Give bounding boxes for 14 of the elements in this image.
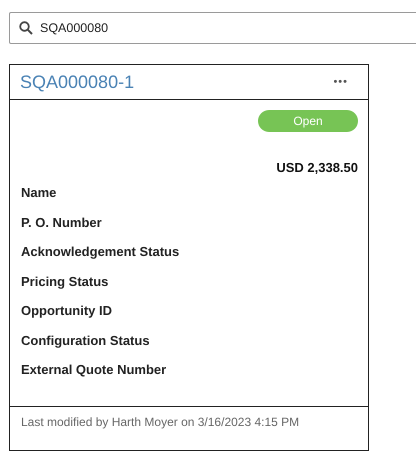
- field-label: Name: [21, 184, 58, 202]
- search-field[interactable]: SQA000080: [9, 12, 416, 44]
- field-label: P. O. Number: [21, 214, 103, 232]
- field-label: Configuration Status: [21, 332, 151, 350]
- status-badge: Open: [258, 110, 358, 132]
- field-label: Opportunity ID: [21, 302, 113, 320]
- more-button[interactable]: •••: [325, 76, 356, 88]
- amount-text: USD 2,338.50: [275, 160, 358, 175]
- field-label: External Quote Number: [21, 361, 168, 379]
- search-icon: [19, 21, 33, 35]
- field-label: Pricing Status: [21, 272, 110, 291]
- last-modified-text: Last modified by Harth Moyer on 3/16/2023 4:15 PM: [21, 415, 300, 429]
- card-title[interactable]: SQA000080-1: [20, 72, 134, 92]
- field-label: Acknowledgement Status: [21, 243, 180, 261]
